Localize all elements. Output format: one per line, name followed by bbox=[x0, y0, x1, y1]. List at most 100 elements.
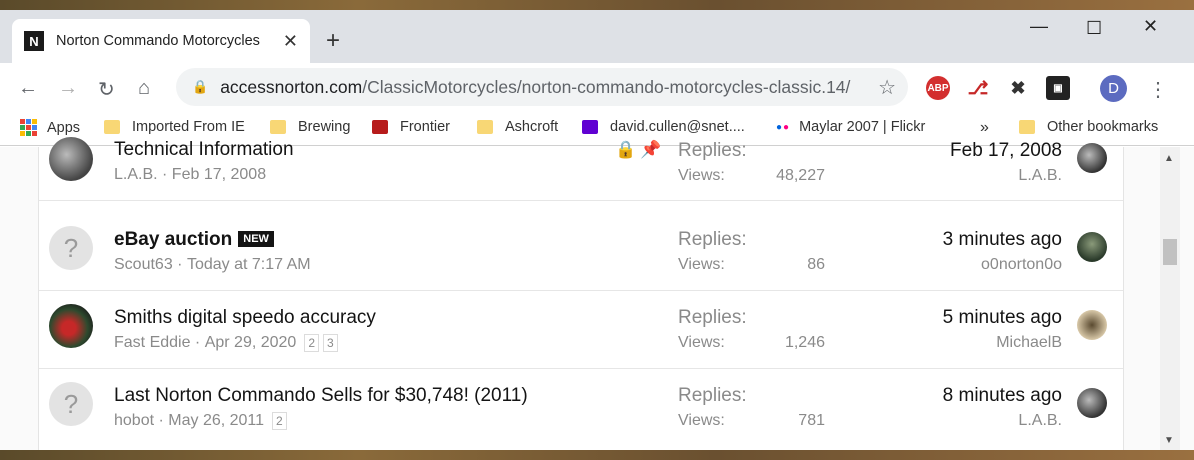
thread-title[interactable]: Smiths digital speedo accuracy bbox=[114, 307, 376, 329]
thread-meta: L.A.B. · Feb 17, 2008 bbox=[114, 166, 267, 184]
author-avatar-placeholder[interactable]: ? bbox=[49, 226, 93, 270]
thread-title[interactable]: Technical Information bbox=[114, 139, 294, 161]
last-post-user[interactable]: L.A.B. bbox=[1018, 167, 1062, 185]
bookmark-label: Other bookmarks bbox=[1047, 119, 1159, 135]
views-label: Views: bbox=[678, 167, 725, 184]
scroll-up-arrow-icon[interactable]: ▲ bbox=[1164, 153, 1174, 164]
vertical-scrollbar[interactable]: ▲ ▼ bbox=[1160, 147, 1180, 450]
maximize-button[interactable]: ☐ bbox=[1086, 18, 1102, 39]
home-button[interactable]: ⌂ bbox=[138, 77, 150, 100]
close-window-button[interactable]: ✕ bbox=[1143, 16, 1158, 37]
folder-icon bbox=[1019, 120, 1035, 134]
bookmark-label: Imported From IE bbox=[132, 119, 245, 135]
last-post-time[interactable]: 5 minutes ago bbox=[943, 307, 1062, 329]
last-poster-avatar[interactable] bbox=[1077, 310, 1107, 340]
page-content: Technical Information L.A.B. · Feb 17, 2… bbox=[0, 137, 1194, 450]
thread-author[interactable]: hobot bbox=[114, 412, 154, 430]
flickr-blue-dot-icon: ● bbox=[776, 121, 783, 133]
pin-icon: 📌 bbox=[640, 140, 662, 159]
last-post-user[interactable]: o0norton0o bbox=[981, 256, 1062, 274]
views-count: 48,227 bbox=[776, 167, 825, 184]
tab-active[interactable]: N Norton Commando Motorcycles ✕ bbox=[12, 19, 310, 63]
reload-button[interactable]: ↻ bbox=[98, 77, 115, 102]
last-poster-avatar[interactable] bbox=[1077, 232, 1107, 262]
page-link[interactable]: 2 bbox=[304, 334, 320, 352]
thread-date[interactable]: Today at 7:17 AM bbox=[187, 256, 311, 274]
flickr-pink-dot-icon: ● bbox=[783, 121, 790, 133]
minimize-button[interactable]: — bbox=[1030, 16, 1048, 37]
bookmark-flickr[interactable]: ● ● Maylar 2007 | Flickr bbox=[776, 119, 925, 135]
thread-title[interactable]: eBay auction NEW bbox=[114, 229, 274, 251]
thread-title-text[interactable]: eBay auction bbox=[114, 229, 232, 250]
address-bar[interactable]: 🔒 accessnorton.com/ClassicMotorcycles/no… bbox=[176, 68, 908, 106]
author-avatar-placeholder[interactable]: ? bbox=[49, 382, 93, 426]
thread-row[interactable]: ? Last Norton Commando Sells for $30,748… bbox=[39, 369, 1123, 447]
browser-toolbar: ← → ↻ ⌂ 🔒 accessnorton.com/ClassicMotorc… bbox=[0, 63, 1194, 113]
scroll-down-arrow-icon[interactable]: ▼ bbox=[1164, 435, 1174, 446]
folder-icon bbox=[477, 120, 493, 134]
last-post-time[interactable]: Feb 17, 2008 bbox=[950, 140, 1062, 162]
thread-author[interactable]: Scout63 bbox=[114, 256, 173, 274]
author-avatar[interactable] bbox=[49, 137, 93, 181]
last-poster-avatar[interactable] bbox=[1077, 388, 1107, 418]
bookmark-imported-from-ie[interactable]: Imported From IE bbox=[104, 119, 245, 135]
url-host: accessnorton.com bbox=[220, 76, 363, 97]
thread-meta: Scout63 · Today at 7:17 AM bbox=[114, 256, 311, 274]
screenshot-extension-icon[interactable]: ▣ bbox=[1046, 76, 1070, 100]
new-tab-button[interactable]: + bbox=[326, 27, 340, 55]
thread-meta: Fast Eddie · Apr 29, 2020 2 3 bbox=[114, 334, 338, 352]
bookmark-other[interactable]: Other bookmarks bbox=[1019, 119, 1158, 135]
url-text: accessnorton.com/ClassicMotorcycles/nort… bbox=[220, 77, 850, 98]
lock-icon: 🔒 bbox=[192, 79, 209, 94]
bookmark-brewing[interactable]: Brewing bbox=[270, 119, 350, 135]
views-label: Views: bbox=[678, 256, 725, 273]
tab-strip: N Norton Commando Motorcycles ✕ + — ☐ ✕ bbox=[0, 10, 1194, 63]
acrobat-icon[interactable]: ⎇ bbox=[966, 76, 990, 100]
thread-date[interactable]: Feb 17, 2008 bbox=[172, 166, 266, 184]
last-post-time[interactable]: 3 minutes ago bbox=[943, 229, 1062, 251]
last-poster-avatar[interactable] bbox=[1077, 143, 1107, 173]
extension-x-icon[interactable]: ✖ bbox=[1006, 76, 1030, 100]
last-post-time[interactable]: 8 minutes ago bbox=[943, 385, 1062, 407]
replies-label: Replies: bbox=[678, 307, 747, 328]
menu-kebab-icon[interactable]: ⋮ bbox=[1148, 77, 1168, 102]
bookmark-ashcroft[interactable]: Ashcroft bbox=[477, 119, 558, 135]
bookmark-frontier[interactable]: Frontier bbox=[372, 119, 450, 135]
thread-row[interactable]: Smiths digital speedo accuracy Fast Eddi… bbox=[39, 291, 1123, 369]
forward-button[interactable]: → bbox=[58, 77, 78, 100]
page-link[interactable]: 3 bbox=[323, 334, 338, 352]
thread-row[interactable]: ? eBay auction NEW Scout63 · Today at 7:1… bbox=[39, 213, 1123, 291]
last-post-user[interactable]: MichaelB bbox=[996, 334, 1062, 352]
thread-author[interactable]: Fast Eddie bbox=[114, 334, 190, 352]
thread-author[interactable]: L.A.B. bbox=[114, 166, 158, 184]
folder-icon bbox=[270, 120, 286, 134]
bookmark-apps[interactable]: Apps bbox=[20, 119, 80, 136]
thread-title[interactable]: Last Norton Commando Sells for $30,748! … bbox=[114, 385, 528, 407]
replies-label: Replies: bbox=[678, 229, 747, 250]
scrollbar-thumb[interactable] bbox=[1163, 239, 1177, 265]
bookmark-label: david.cullen@snet.... bbox=[610, 119, 745, 135]
frontier-icon bbox=[372, 120, 388, 134]
folder-icon bbox=[104, 120, 120, 134]
author-avatar[interactable] bbox=[49, 304, 93, 348]
bookmark-label: Ashcroft bbox=[505, 119, 559, 135]
bookmark-label: Brewing bbox=[298, 119, 351, 135]
profile-avatar[interactable]: D bbox=[1100, 75, 1127, 102]
close-tab-icon[interactable]: ✕ bbox=[283, 31, 298, 52]
thread-date[interactable]: Apr 29, 2020 bbox=[205, 334, 297, 352]
bookmark-yahoo-mail[interactable]: david.cullen@snet.... bbox=[582, 119, 745, 135]
adblock-icon[interactable]: ABP bbox=[926, 76, 950, 100]
back-button[interactable]: ← bbox=[18, 77, 38, 100]
replies-label: Replies: bbox=[678, 385, 747, 406]
views-label: Views: bbox=[678, 334, 725, 351]
last-post-user[interactable]: L.A.B. bbox=[1018, 412, 1062, 430]
site-favicon-icon: N bbox=[24, 31, 44, 51]
bookmark-star-icon[interactable]: ☆ bbox=[878, 75, 896, 100]
thread-date[interactable]: May 26, 2011 bbox=[168, 412, 264, 430]
thread-row[interactable]: Technical Information L.A.B. · Feb 17, 2… bbox=[39, 135, 1123, 201]
browser-window: N Norton Commando Motorcycles ✕ + — ☐ ✕ … bbox=[0, 10, 1194, 450]
views-count: 86 bbox=[807, 256, 825, 273]
page-link[interactable]: 2 bbox=[272, 412, 287, 430]
thread-list: Technical Information L.A.B. · Feb 17, 2… bbox=[38, 137, 1124, 450]
views-count: 781 bbox=[798, 412, 825, 429]
